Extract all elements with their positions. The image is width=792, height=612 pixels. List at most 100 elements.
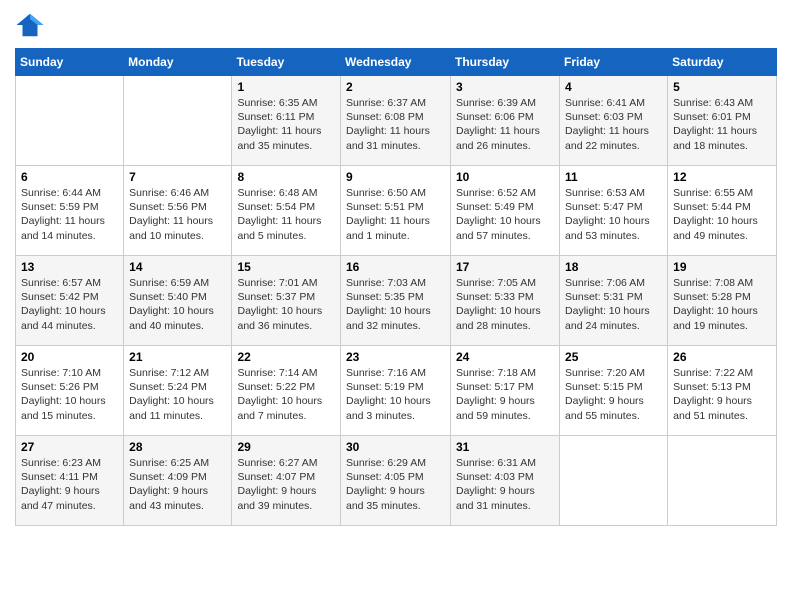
- calendar-table: SundayMondayTuesdayWednesdayThursdayFrid…: [15, 48, 777, 526]
- day-info: Sunrise: 6:48 AMSunset: 5:54 PMDaylight:…: [237, 186, 335, 243]
- calendar-cell: 19 Sunrise: 7:08 AMSunset: 5:28 PMDayligh…: [668, 256, 777, 346]
- day-info: Sunrise: 7:18 AMSunset: 5:17 PMDaylight:…: [456, 366, 554, 423]
- day-number: 17: [456, 260, 554, 274]
- day-info: Sunrise: 6:25 AMSunset: 4:09 PMDaylight:…: [129, 456, 226, 513]
- calendar-cell: 16 Sunrise: 7:03 AMSunset: 5:35 PMDayligh…: [341, 256, 451, 346]
- day-info: Sunrise: 6:55 AMSunset: 5:44 PMDaylight:…: [673, 186, 771, 243]
- day-number: 26: [673, 350, 771, 364]
- day-number: 19: [673, 260, 771, 274]
- col-header-saturday: Saturday: [668, 49, 777, 76]
- day-info: Sunrise: 7:14 AMSunset: 5:22 PMDaylight:…: [237, 366, 335, 423]
- day-info: Sunrise: 6:27 AMSunset: 4:07 PMDaylight:…: [237, 456, 335, 513]
- day-number: 11: [565, 170, 662, 184]
- calendar-cell: [124, 76, 232, 166]
- day-number: 21: [129, 350, 226, 364]
- day-info: Sunrise: 6:44 AMSunset: 5:59 PMDaylight:…: [21, 186, 118, 243]
- calendar-cell: 30 Sunrise: 6:29 AMSunset: 4:05 PMDayligh…: [341, 436, 451, 526]
- day-number: 8: [237, 170, 335, 184]
- day-info: Sunrise: 6:59 AMSunset: 5:40 PMDaylight:…: [129, 276, 226, 333]
- calendar-cell: 29Sunrise: 6:27 AMSunset: 4:07 PMDayligh…: [232, 436, 341, 526]
- calendar-cell: [668, 436, 777, 526]
- day-info: Sunrise: 6:23 AMSunset: 4:11 PMDaylight:…: [21, 456, 118, 513]
- day-info: Sunrise: 6:52 AMSunset: 5:49 PMDaylight:…: [456, 186, 554, 243]
- day-info: Sunrise: 6:35 AMSunset: 6:11 PMDaylight:…: [237, 96, 335, 153]
- week-row-1: 1 Sunrise: 6:35 AMSunset: 6:11 PMDaylight…: [16, 76, 777, 166]
- day-info: Sunrise: 7:05 AMSunset: 5:33 PMDaylight:…: [456, 276, 554, 333]
- calendar-cell: 6 Sunrise: 6:44 AMSunset: 5:59 PMDaylight…: [16, 166, 124, 256]
- day-number: 9: [346, 170, 445, 184]
- day-number: 4: [565, 80, 662, 94]
- day-number: 10: [456, 170, 554, 184]
- calendar-cell: 20 Sunrise: 7:10 AMSunset: 5:26 PMDayligh…: [16, 346, 124, 436]
- col-header-thursday: Thursday: [451, 49, 560, 76]
- col-header-tuesday: Tuesday: [232, 49, 341, 76]
- col-header-monday: Monday: [124, 49, 232, 76]
- calendar-cell: 21 Sunrise: 7:12 AMSunset: 5:24 PMDayligh…: [124, 346, 232, 436]
- calendar-cell: 10 Sunrise: 6:52 AMSunset: 5:49 PMDayligh…: [451, 166, 560, 256]
- day-number: 3: [456, 80, 554, 94]
- calendar-cell: 27Sunrise: 6:23 AMSunset: 4:11 PMDayligh…: [16, 436, 124, 526]
- day-info: Sunrise: 6:31 AMSunset: 4:03 PMDaylight:…: [456, 456, 554, 513]
- day-number: 16: [346, 260, 445, 274]
- day-info: Sunrise: 7:08 AMSunset: 5:28 PMDaylight:…: [673, 276, 771, 333]
- col-header-friday: Friday: [560, 49, 668, 76]
- page-header: [15, 10, 777, 40]
- day-info: Sunrise: 6:43 AMSunset: 6:01 PMDaylight:…: [673, 96, 771, 153]
- day-info: Sunrise: 6:29 AMSunset: 4:05 PMDaylight:…: [346, 456, 445, 513]
- day-info: Sunrise: 7:20 AMSunset: 5:15 PMDaylight:…: [565, 366, 662, 423]
- day-info: Sunrise: 7:12 AMSunset: 5:24 PMDaylight:…: [129, 366, 226, 423]
- day-info: Sunrise: 6:46 AMSunset: 5:56 PMDaylight:…: [129, 186, 226, 243]
- day-number: 6: [21, 170, 118, 184]
- calendar-cell: 22Sunrise: 7:14 AMSunset: 5:22 PMDayligh…: [232, 346, 341, 436]
- day-info: Sunrise: 7:01 AMSunset: 5:37 PMDaylight:…: [237, 276, 335, 333]
- calendar-cell: 2 Sunrise: 6:37 AMSunset: 6:08 PMDaylight…: [341, 76, 451, 166]
- calendar-cell: 13 Sunrise: 6:57 AMSunset: 5:42 PMDayligh…: [16, 256, 124, 346]
- logo-icon: [15, 10, 45, 40]
- day-number: 5: [673, 80, 771, 94]
- calendar-cell: 1 Sunrise: 6:35 AMSunset: 6:11 PMDaylight…: [232, 76, 341, 166]
- calendar-cell: 26 Sunrise: 7:22 AMSunset: 5:13 PMDayligh…: [668, 346, 777, 436]
- calendar-cell: 17 Sunrise: 7:05 AMSunset: 5:33 PMDayligh…: [451, 256, 560, 346]
- calendar-cell: 9 Sunrise: 6:50 AMSunset: 5:51 PMDaylight…: [341, 166, 451, 256]
- week-row-2: 6 Sunrise: 6:44 AMSunset: 5:59 PMDaylight…: [16, 166, 777, 256]
- day-info: Sunrise: 6:50 AMSunset: 5:51 PMDaylight:…: [346, 186, 445, 243]
- day-info: Sunrise: 6:41 AMSunset: 6:03 PMDaylight:…: [565, 96, 662, 153]
- col-header-sunday: Sunday: [16, 49, 124, 76]
- day-info: Sunrise: 7:10 AMSunset: 5:26 PMDaylight:…: [21, 366, 118, 423]
- day-number: 18: [565, 260, 662, 274]
- day-info: Sunrise: 7:06 AMSunset: 5:31 PMDaylight:…: [565, 276, 662, 333]
- day-number: 30: [346, 440, 445, 454]
- calendar-cell: 23 Sunrise: 7:16 AMSunset: 5:19 PMDayligh…: [341, 346, 451, 436]
- day-info: Sunrise: 6:39 AMSunset: 6:06 PMDaylight:…: [456, 96, 554, 153]
- day-info: Sunrise: 7:16 AMSunset: 5:19 PMDaylight:…: [346, 366, 445, 423]
- day-number: 2: [346, 80, 445, 94]
- day-info: Sunrise: 6:37 AMSunset: 6:08 PMDaylight:…: [346, 96, 445, 153]
- calendar-cell: 8 Sunrise: 6:48 AMSunset: 5:54 PMDaylight…: [232, 166, 341, 256]
- day-number: 14: [129, 260, 226, 274]
- calendar-cell: 25 Sunrise: 7:20 AMSunset: 5:15 PMDayligh…: [560, 346, 668, 436]
- day-number: 12: [673, 170, 771, 184]
- col-header-wednesday: Wednesday: [341, 49, 451, 76]
- day-number: 20: [21, 350, 118, 364]
- calendar-cell: 24Sunrise: 7:18 AMSunset: 5:17 PMDayligh…: [451, 346, 560, 436]
- calendar-cell: 5 Sunrise: 6:43 AMSunset: 6:01 PMDaylight…: [668, 76, 777, 166]
- week-row-5: 27Sunrise: 6:23 AMSunset: 4:11 PMDayligh…: [16, 436, 777, 526]
- day-info: Sunrise: 7:03 AMSunset: 5:35 PMDaylight:…: [346, 276, 445, 333]
- calendar-cell: 4 Sunrise: 6:41 AMSunset: 6:03 PMDaylight…: [560, 76, 668, 166]
- day-number: 31: [456, 440, 554, 454]
- day-number: 1: [237, 80, 335, 94]
- calendar-cell: 3 Sunrise: 6:39 AMSunset: 6:06 PMDaylight…: [451, 76, 560, 166]
- calendar-cell: 12 Sunrise: 6:55 AMSunset: 5:44 PMDayligh…: [668, 166, 777, 256]
- calendar-cell: 28Sunrise: 6:25 AMSunset: 4:09 PMDayligh…: [124, 436, 232, 526]
- day-number: 13: [21, 260, 118, 274]
- calendar-cell: 11Sunrise: 6:53 AMSunset: 5:47 PMDayligh…: [560, 166, 668, 256]
- day-number: 25: [565, 350, 662, 364]
- week-row-4: 20 Sunrise: 7:10 AMSunset: 5:26 PMDayligh…: [16, 346, 777, 436]
- calendar-cell: 14 Sunrise: 6:59 AMSunset: 5:40 PMDayligh…: [124, 256, 232, 346]
- calendar-cell: 15Sunrise: 7:01 AMSunset: 5:37 PMDayligh…: [232, 256, 341, 346]
- logo: [15, 10, 49, 40]
- day-number: 23: [346, 350, 445, 364]
- calendar-cell: 31 Sunrise: 6:31 AMSunset: 4:03 PMDayligh…: [451, 436, 560, 526]
- day-info: Sunrise: 7:22 AMSunset: 5:13 PMDaylight:…: [673, 366, 771, 423]
- day-info: Sunrise: 6:57 AMSunset: 5:42 PMDaylight:…: [21, 276, 118, 333]
